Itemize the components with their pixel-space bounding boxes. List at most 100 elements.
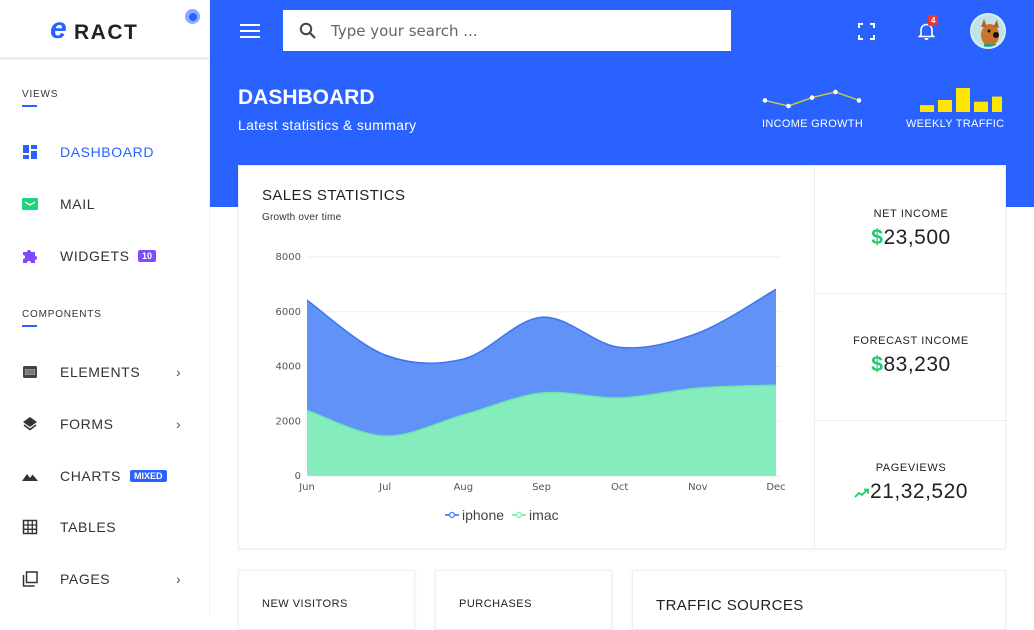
y-tick-label: 4000 [276,362,301,373]
legend-label: iphone [462,507,505,523]
stat-label: PAGEVIEWS [875,462,947,474]
card-title: TRAFFIC SOURCES [656,597,804,614]
sales-statistics-card: SALES STATISTICS Growth over time 0 2000 4… [238,165,1007,549]
logo-mark: e [50,12,67,45]
landscape-icon [22,474,38,481]
x-tick-label: Sep [532,482,551,493]
x-tick-label: Jun [298,482,315,493]
sidebar-item-tables[interactable]: TABLES [0,512,209,542]
x-tick-label: Aug [454,482,474,493]
avatar-dog-icon [981,19,999,47]
y-tick-label: 2000 [276,416,301,427]
legend-imac-marker [512,511,527,519]
new-visitors-card: NEW VISITORS [238,570,415,630]
traffic-sources-card: TRAFFIC SOURCES [632,570,1006,630]
pages-icon [22,571,38,587]
sparkline-point [786,103,791,109]
section-components: COMPONENTS [22,309,102,327]
sidebar-item-dashboard[interactable]: DASHBOARD [0,137,209,167]
charts-mixed-badge: MIXED [130,470,167,482]
sidebar-item-charts[interactable]: CHARTS MIXED [0,461,209,491]
sidebar-item-label: PAGES [60,571,111,587]
sidebar-item-label: MAIL [60,196,96,212]
elements-icon [23,366,37,378]
sidebar-item-widgets[interactable]: WIDGETS 10 [0,241,209,271]
sidebar: e RACT VIEWS DASHBOARD MAIL WIDGETS 10 C… [0,0,210,616]
dashboard-icon [23,145,37,159]
stat-value-row: 21,32,520 [815,480,1007,504]
section-views: VIEWS [22,89,59,107]
sidebar-item-elements[interactable]: ELEMENTS › [0,357,209,387]
user-avatar[interactable] [970,13,1006,49]
legend-iphone-marker [445,511,459,519]
sidebar-toggle-indicator[interactable] [185,9,200,24]
card-title: PURCHASES [459,598,532,610]
search-input[interactable] [331,10,721,51]
stat-forecast-income: FORECAST INCOME $83,230 [815,335,1007,377]
legend-imac[interactable]: imac [512,507,559,523]
sidebar-item-label: TABLES [60,519,117,535]
sparkline-point [762,98,768,103]
logo-text: RACT [74,21,139,44]
page-subtitle: Latest statistics & summary [238,117,417,133]
stat-label: NET INCOME [873,208,949,220]
sparkbar [992,96,1002,112]
widgets-count-badge: 10 [138,250,157,262]
layers-icon [23,417,37,431]
sparkbar [956,88,970,112]
search-bar [283,10,731,51]
x-tick-label: Oct [611,482,628,493]
puzzle-icon [23,250,37,263]
stat-value: 83,230 [883,353,951,376]
notification-count-badge: 4 [928,15,939,26]
x-tick-label: Dec [766,482,785,493]
purchases-card: PURCHASES [435,570,612,630]
search-icon[interactable] [299,22,317,40]
dollar-icon: $ [871,226,884,249]
grid-icon [22,519,38,535]
sidebar-item-label: WIDGETS [60,248,130,264]
x-tick-label: Nov [688,482,708,493]
mail-icon [22,198,38,210]
stat-net-income: NET INCOME $23,500 [815,208,1007,250]
page-title: DASHBOARD [238,86,375,109]
legend-iphone[interactable]: iphone [445,507,504,523]
divider [815,420,1007,421]
stat-label: FORECAST INCOME [853,335,969,347]
stat-value-row: $23,500 [815,226,1007,250]
divider [815,293,1007,294]
y-tick-label: 0 [295,471,301,482]
weekly-traffic-label: WEEKLY TRAFFIC [906,118,1005,130]
logo[interactable]: e RACT [0,0,209,60]
weekly-traffic-sparkbar [920,88,1002,112]
sidebar-item-forms[interactable]: FORMS › [0,409,209,439]
notifications-button[interactable]: 4 [917,15,939,45]
legend-label: imac [529,507,559,523]
trending-up-icon [854,488,869,498]
stat-value: 23,500 [883,226,951,249]
chevron-right-icon: › [176,416,181,432]
sidebar-item-label: FORMS [60,416,114,432]
sparkbar [974,101,988,112]
sidebar-item-pages[interactable]: PAGES › [0,564,209,594]
stats-column: NET INCOME $23,500 FORECAST INCOME $83,2… [814,166,1007,548]
card-title: NEW VISITORS [262,598,348,610]
dollar-icon: $ [871,353,884,376]
sidebar-item-label: DASHBOARD [60,144,155,160]
sparkbar [920,105,934,112]
stat-pageviews: PAGEVIEWS 21,32,520 [815,462,1007,504]
sidebar-item-label: CHARTS [60,468,121,484]
chevron-right-icon: › [176,364,181,380]
sparkline-point [856,98,862,103]
sidebar-item-mail[interactable]: MAIL [0,189,209,219]
chevron-right-icon: › [176,571,181,587]
fullscreen-icon[interactable] [858,23,875,40]
income-growth-label: INCOME GROWTH [762,118,864,130]
y-tick-label: 8000 [276,252,301,263]
stat-value-row: $83,230 [815,353,1007,377]
menu-toggle-icon[interactable] [240,24,260,38]
sales-area-chart: 0 2000 4000 6000 8000 Jun Jul Aug Sep Oct Nov Dec [276,252,786,493]
sparkline-point [809,95,815,100]
sparkline-point [833,89,838,95]
y-tick-label: 6000 [276,307,301,318]
